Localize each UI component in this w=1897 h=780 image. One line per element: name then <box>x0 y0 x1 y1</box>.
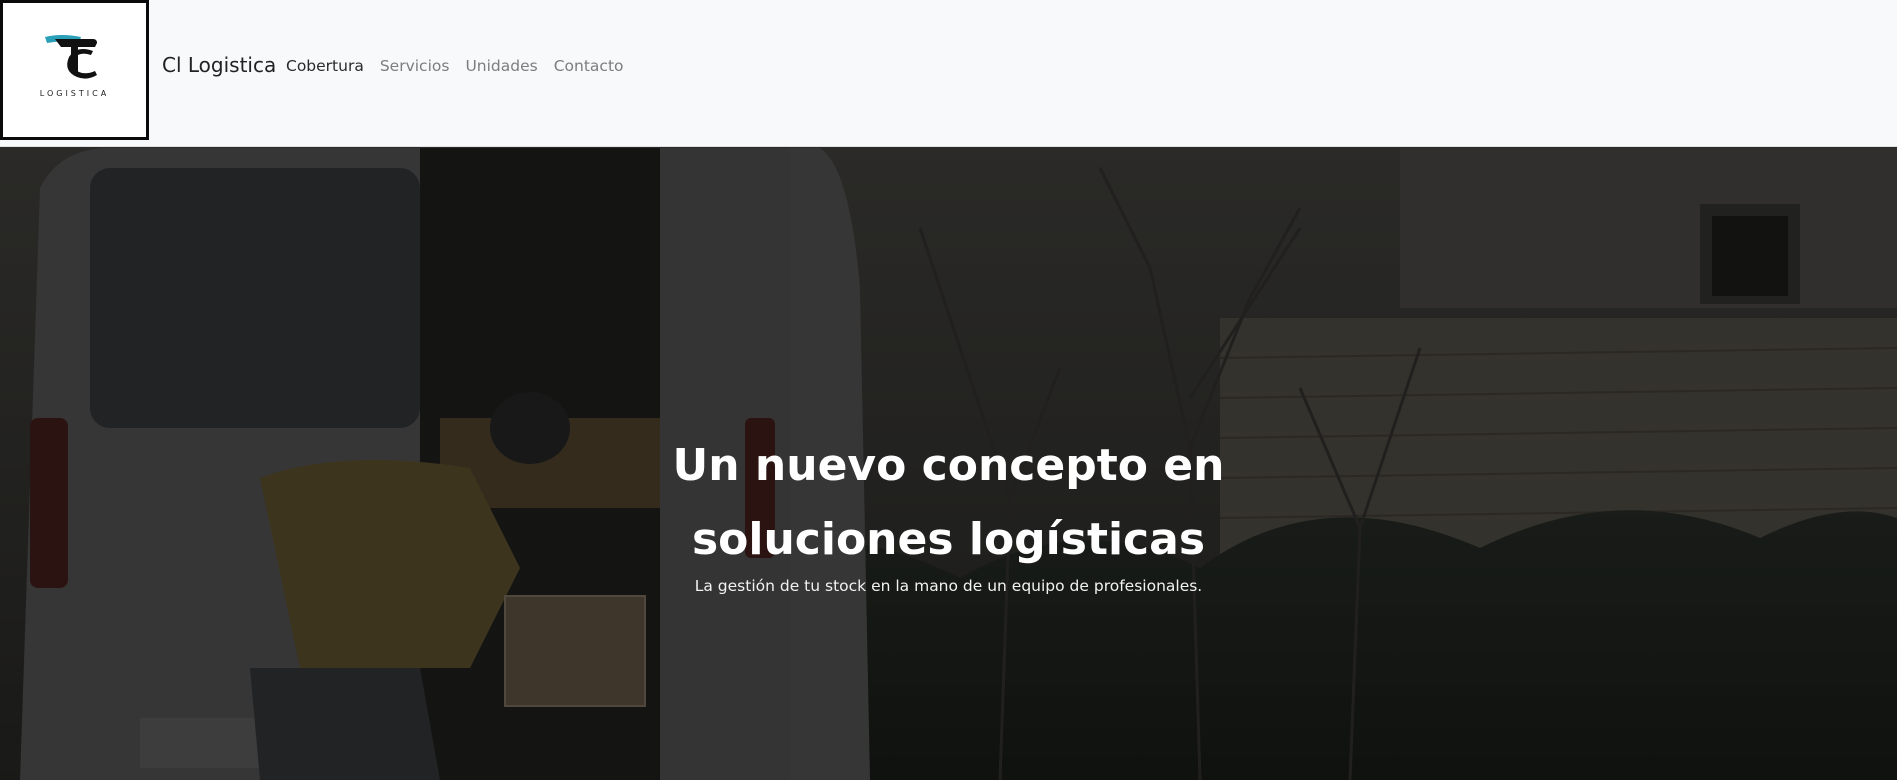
logo[interactable]: LOGISTICA <box>0 0 149 140</box>
hero-section: Un nuevo concepto en soluciones logístic… <box>0 148 1897 780</box>
hero-title-line-2: soluciones logísticas <box>691 514 1206 566</box>
logo-subtitle: LOGISTICA <box>39 89 110 98</box>
main-nav: Cobertura Servicios Unidades Contacto <box>286 56 640 76</box>
hero-subtitle: La gestión de tu stock en la mano de un … <box>694 576 1203 595</box>
top-navbar: LOGISTICA Cl Logistica Cobertura Servici… <box>0 0 1897 147</box>
tl-monogram-icon <box>45 35 97 79</box>
hero-title-line-1: Un nuevo concepto en <box>672 440 1225 492</box>
brand-link[interactable]: Cl Logistica <box>162 52 276 78</box>
nav-link-cobertura[interactable]: Cobertura <box>286 56 364 76</box>
nav-link-unidades[interactable]: Unidades <box>465 56 537 76</box>
nav-link-servicios[interactable]: Servicios <box>380 56 450 76</box>
nav-link-contacto[interactable]: Contacto <box>554 56 624 76</box>
hero-title: Un nuevo concepto en soluciones logístic… <box>0 429 1897 577</box>
